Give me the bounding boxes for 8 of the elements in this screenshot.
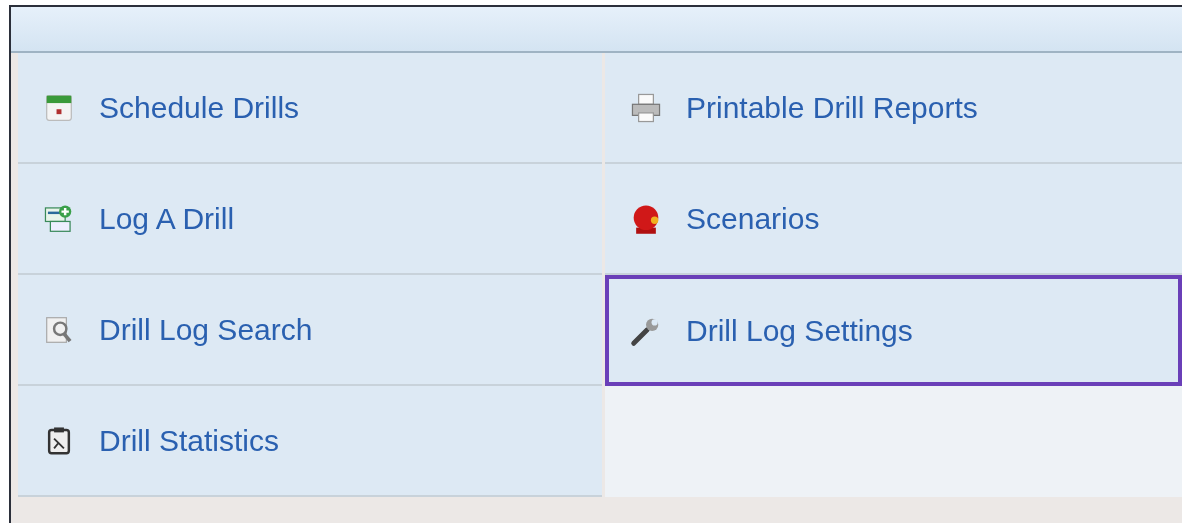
menu-link[interactable]: Scenarios [605, 164, 1182, 275]
menu-link[interactable]: Printable Drill Reports [605, 53, 1182, 164]
menu-link[interactable]: Log A Drill [18, 164, 602, 275]
printer-icon [630, 91, 662, 124]
menu-link[interactable]: Schedule Drills [18, 53, 602, 164]
menu-link[interactable]: Drill Log Search [18, 275, 602, 386]
menu-link[interactable]: Drill Statistics [18, 386, 602, 497]
menu-link[interactable]: Drill Log Settings [605, 275, 1182, 386]
